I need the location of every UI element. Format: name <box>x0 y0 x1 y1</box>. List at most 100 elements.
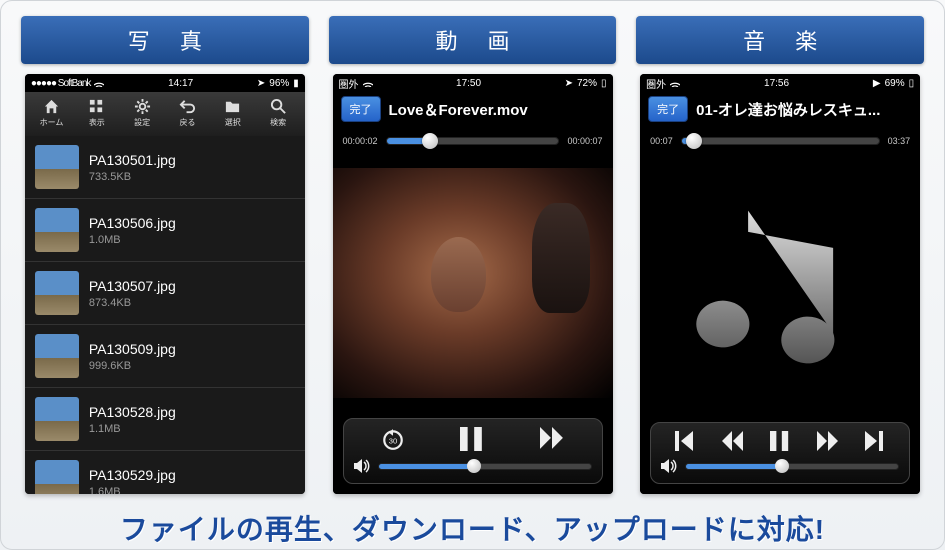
file-size: 1.0MB <box>89 234 176 246</box>
nav-bar: 完了 Love＆Forever.mov <box>333 92 613 126</box>
music-column: 音 楽 圏外 17:56 ▶ 69% ▯ 完了 01-オレ達お悩みレスキュ... 0… <box>636 16 924 494</box>
file-row[interactable]: PA130506.jpg 1.0MB <box>25 199 305 262</box>
video-title: Love＆Forever.mov <box>389 99 605 120</box>
back-button[interactable]: 戻る <box>165 94 210 134</box>
video-screen: 圏外 17:50 ➤ 72% ▯ 完了 Love＆Forever.mov 00:00… <box>333 74 613 494</box>
music-tab-header: 音 楽 <box>636 16 924 64</box>
wifi-icon <box>670 79 680 87</box>
caption: ファイルの再生、ダウンロード、アップロードに対応! <box>21 508 924 548</box>
home-label: ホーム <box>40 117 64 128</box>
settings-label: 設定 <box>134 117 150 128</box>
battery-label: 69% <box>885 78 905 89</box>
select-button[interactable]: 選択 <box>210 94 255 134</box>
file-name: PA130506.jpg <box>89 215 176 231</box>
video-tab-header: 動 画 <box>329 16 617 64</box>
file-row[interactable]: PA130529.jpg 1.6MB <box>25 451 305 494</box>
playback-controls <box>343 418 603 484</box>
fast-forward-button[interactable] <box>538 427 566 451</box>
clock-label: 14:17 <box>168 78 193 89</box>
clock-label: 17:56 <box>764 78 789 89</box>
file-size: 873.4KB <box>89 297 176 309</box>
file-row[interactable]: PA130501.jpg 733.5KB <box>25 136 305 199</box>
battery-icon: ▮ <box>293 78 299 89</box>
home-button[interactable]: ホーム <box>29 94 74 134</box>
volume-icon <box>354 459 370 473</box>
carrier-label: 圏外 <box>646 76 666 91</box>
elapsed-label: 00:00:02 <box>343 136 378 146</box>
nav-bar: 完了 01-オレ達お悩みレスキュ... <box>640 92 920 126</box>
battery-icon: ▯ <box>601 78 607 89</box>
next-track-button[interactable] <box>864 431 886 451</box>
file-size: 1.1MB <box>89 423 176 435</box>
remain-label: 00:00:07 <box>567 136 602 146</box>
battery-label: 96% <box>269 78 289 89</box>
file-size: 999.6KB <box>89 360 176 372</box>
volume-slider[interactable] <box>685 463 899 470</box>
done-button[interactable]: 完了 <box>648 96 688 122</box>
toolbar: ホーム 表示 設定 戻る 選択 検索 <box>25 92 305 136</box>
replay-30-button[interactable] <box>379 427 407 451</box>
remain-label: 03:37 <box>888 136 911 146</box>
thumbnail <box>35 271 79 315</box>
file-row[interactable]: PA130509.jpg 999.6KB <box>25 325 305 388</box>
music-artwork <box>640 156 920 414</box>
photo-screen: ●●●●● SoftBank 14:17 ➤ 96% ▮ ホーム 表示 設定 戻… <box>25 74 305 494</box>
battery-icon: ▯ <box>909 78 915 89</box>
file-name: PA130528.jpg <box>89 404 176 420</box>
music-screen: 圏外 17:56 ▶ 69% ▯ 完了 01-オレ達お悩みレスキュ... 00:07… <box>640 74 920 494</box>
settings-button[interactable]: 設定 <box>119 94 164 134</box>
photo-column: 写 真 ●●●●● SoftBank 14:17 ➤ 96% ▮ ホーム 表示 … <box>21 16 309 494</box>
thumbnail <box>35 208 79 252</box>
rewind-button[interactable] <box>722 431 744 451</box>
video-frame <box>333 168 613 398</box>
location-icon: ➤ <box>565 78 573 89</box>
file-row[interactable]: PA130507.jpg 873.4KB <box>25 262 305 325</box>
scrubber[interactable] <box>681 137 880 145</box>
select-label: 選択 <box>225 117 241 128</box>
volume-icon <box>661 459 677 473</box>
status-bar: 圏外 17:56 ▶ 69% ▯ <box>640 74 920 92</box>
music-title: 01-オレ達お悩みレスキュ... <box>696 99 912 120</box>
volume-slider[interactable] <box>378 463 592 470</box>
clock-label: 17:50 <box>456 78 481 89</box>
battery-label: 72% <box>577 78 597 89</box>
file-size: 1.6MB <box>89 486 176 495</box>
file-name: PA130529.jpg <box>89 467 176 483</box>
elapsed-label: 00:07 <box>650 136 673 146</box>
scrubber-row: 00:07 03:37 <box>640 126 920 156</box>
fast-forward-button[interactable] <box>817 431 839 451</box>
thumbnail <box>35 460 79 494</box>
video-column: 動 画 圏外 17:50 ➤ 72% ▯ 完了 Love＆Forever.mov 0… <box>329 16 617 494</box>
carrier-label: ●●●●● SoftBank <box>31 78 91 89</box>
playback-controls <box>650 422 910 484</box>
prev-track-button[interactable] <box>674 431 696 451</box>
view-button[interactable]: 表示 <box>74 94 119 134</box>
pause-button[interactable] <box>458 427 486 451</box>
file-name: PA130509.jpg <box>89 341 176 357</box>
carrier-label: 圏外 <box>339 76 359 91</box>
search-button[interactable]: 検索 <box>255 94 300 134</box>
thumbnail <box>35 397 79 441</box>
wifi-icon <box>363 79 373 87</box>
file-size: 733.5KB <box>89 171 176 183</box>
video-viewport[interactable] <box>333 156 613 410</box>
wifi-icon <box>94 79 104 87</box>
scrubber-row: 00:00:02 00:00:07 <box>333 126 613 156</box>
location-icon: ➤ <box>257 78 265 89</box>
file-name: PA130501.jpg <box>89 152 176 168</box>
search-label: 検索 <box>270 117 286 128</box>
photo-tab-header: 写 真 <box>21 16 309 64</box>
thumbnail <box>35 145 79 189</box>
file-list[interactable]: PA130501.jpg733.5KBPA130506.jpg1.0MBPA13… <box>25 136 305 494</box>
file-row[interactable]: PA130528.jpg 1.1MB <box>25 388 305 451</box>
scrubber[interactable] <box>386 137 560 145</box>
thumbnail <box>35 334 79 378</box>
play-indicator-icon: ▶ <box>873 78 881 89</box>
music-note-icon <box>695 200 865 370</box>
view-label: 表示 <box>89 117 105 128</box>
status-bar: 圏外 17:50 ➤ 72% ▯ <box>333 74 613 92</box>
done-button[interactable]: 完了 <box>341 96 381 122</box>
file-name: PA130507.jpg <box>89 278 176 294</box>
pause-button[interactable] <box>769 431 791 451</box>
back-label: 戻る <box>179 117 195 128</box>
